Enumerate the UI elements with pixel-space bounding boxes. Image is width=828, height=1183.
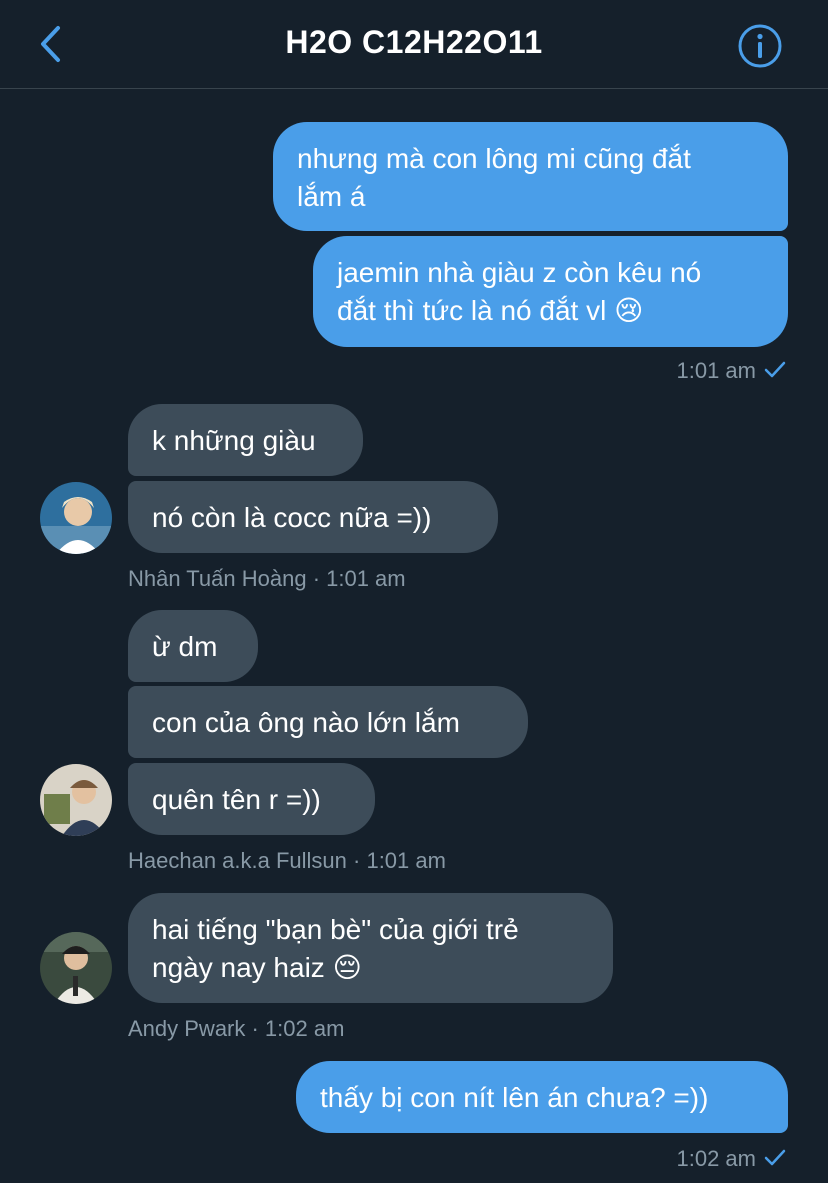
message-bubble-incoming[interactable]: ừ dm bbox=[128, 610, 258, 682]
avatar[interactable] bbox=[40, 764, 112, 836]
info-icon bbox=[738, 24, 782, 68]
message-bubble-incoming[interactable]: k những giàu bbox=[128, 404, 363, 476]
message-bubble-outgoing[interactable]: thấy bị con nít lên án chưa? =)) bbox=[296, 1061, 788, 1133]
message-bubble-incoming[interactable]: nó còn là cocc nữa =)) bbox=[128, 481, 498, 553]
timestamp-text: 1:01 am bbox=[676, 358, 757, 383]
sender-time: Nhân Tuấn Hoàng · 1:01 am bbox=[128, 566, 406, 591]
message-timestamp: 1:01 am bbox=[560, 358, 786, 384]
sender-time: Andy Pwark · 1:02 am bbox=[128, 1016, 345, 1041]
message-bubble-outgoing[interactable]: nhưng mà con lông mi cũng đắt lắm á bbox=[273, 122, 788, 231]
message-bubble-incoming[interactable]: con của ông nào lớn lắm bbox=[128, 686, 528, 758]
avatar[interactable] bbox=[40, 482, 112, 554]
sender-time: Haechan a.k.a Fullsun · 1:01 am bbox=[128, 848, 446, 873]
timestamp-text: 1:02 am bbox=[676, 1146, 757, 1171]
conversation-header: H2O C12H22O11 bbox=[0, 0, 828, 89]
conversation-title: H2O C12H22O11 bbox=[285, 24, 543, 60]
message-bubble-outgoing[interactable]: jaemin nhà giàu z còn kêu nó đắt thì tức… bbox=[313, 236, 788, 347]
checkmark-icon bbox=[764, 361, 786, 378]
message-bubble-incoming[interactable]: hai tiếng "bạn bè" của giới trẻ ngày nay… bbox=[128, 893, 613, 1003]
message-bubble-incoming[interactable]: quên tên r =)) bbox=[128, 763, 375, 835]
message-timestamp: 1:02 am bbox=[560, 1146, 786, 1172]
info-button[interactable] bbox=[736, 22, 784, 70]
checkmark-icon bbox=[764, 1149, 786, 1166]
avatar[interactable] bbox=[40, 932, 112, 1004]
